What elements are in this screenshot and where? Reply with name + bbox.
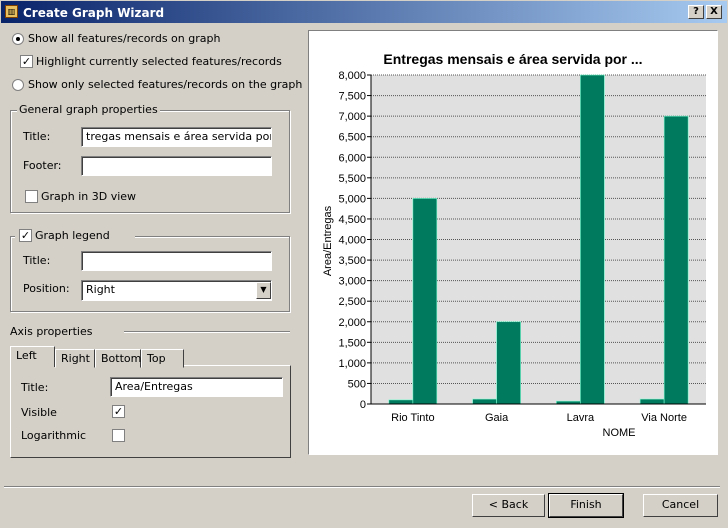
- general-properties-legend: General graph properties: [17, 103, 160, 116]
- tab-left[interactable]: Left: [10, 346, 55, 367]
- show-selected-radio[interactable]: [12, 79, 24, 91]
- y-tick-label: 7,500: [338, 91, 366, 103]
- y-tick-label: 4,000: [338, 235, 366, 247]
- logarithmic-checkbox[interactable]: [112, 429, 125, 442]
- graph-legend-label: Graph legend: [35, 229, 110, 242]
- bar: [496, 321, 521, 405]
- show-selected-label: Show only selected features/records on t…: [28, 78, 303, 91]
- axis-properties-label: Axis properties: [10, 325, 93, 338]
- axis-separator: [124, 331, 290, 333]
- y-tick-label: 4,500: [338, 214, 366, 226]
- 3d-view-label: Graph in 3D view: [41, 190, 137, 203]
- app-icon: ▥: [5, 5, 18, 18]
- title-label: Title:: [23, 130, 51, 143]
- bar-chart: Entregas mensais e área servida por ... …: [322, 51, 706, 439]
- bar: [663, 115, 689, 405]
- position-value: Right: [86, 283, 115, 296]
- logarithmic-label: Logarithmic: [21, 429, 87, 442]
- show-all-label: Show all features/records on graph: [28, 32, 221, 45]
- help-button[interactable]: ?: [688, 5, 704, 19]
- window-title: Create Graph Wizard: [0, 0, 728, 24]
- tab-bottom[interactable]: Bottom: [95, 349, 141, 368]
- axis-title-input[interactable]: Area/Entregas: [110, 377, 283, 397]
- position-label: Position:: [23, 282, 70, 295]
- chevron-down-icon[interactable]: ▼: [256, 282, 271, 299]
- y-tick-label: 5,500: [338, 173, 366, 185]
- y-tick-label: 1,000: [338, 358, 366, 370]
- legend-title-label: Title:: [23, 254, 51, 267]
- visible-checkbox[interactable]: ✓: [112, 405, 125, 418]
- graph-legend-checkbox[interactable]: ✓: [19, 229, 32, 242]
- bar: [639, 398, 665, 405]
- y-tick-label: 5,000: [338, 193, 366, 205]
- x-tick-label: Via Norte: [641, 412, 687, 424]
- cancel-button[interactable]: Cancel: [643, 494, 718, 517]
- back-button[interactable]: < Back: [472, 494, 545, 517]
- 3d-view-checkbox[interactable]: [25, 190, 38, 203]
- y-tick-label: 2,000: [338, 317, 366, 329]
- close-button[interactable]: X: [706, 5, 722, 19]
- footer-label: Footer:: [23, 159, 62, 172]
- y-tick-label: 1,500: [338, 337, 366, 349]
- y-tick-label: 500: [348, 378, 366, 390]
- y-tick-label: 3,000: [338, 276, 366, 288]
- bar: [472, 398, 497, 405]
- y-tick-label: 2,500: [338, 296, 366, 308]
- x-tick-label: Rio Tinto: [391, 412, 434, 424]
- bottom-separator: [4, 486, 720, 488]
- y-tick-label: 8,000: [338, 70, 366, 82]
- graph-title-input[interactable]: tregas mensais e área servida por ...: [81, 127, 272, 147]
- visible-label: Visible: [21, 406, 57, 419]
- show-all-radio[interactable]: [12, 33, 24, 45]
- y-tick-label: 6,500: [338, 132, 366, 144]
- x-tick-label: Lavra: [567, 412, 595, 424]
- y-axis-label: Area/Entregas: [322, 205, 334, 276]
- y-tick-label: 3,500: [338, 255, 366, 267]
- chart-title: Entregas mensais e área servida por ...: [383, 51, 642, 67]
- tab-right[interactable]: Right: [55, 349, 95, 368]
- y-tick-label: 7,000: [338, 111, 366, 123]
- footer-input[interactable]: [81, 156, 272, 176]
- x-tick-label: Gaia: [485, 412, 509, 424]
- y-tick-label: 0: [360, 399, 366, 411]
- bar: [580, 74, 605, 405]
- finish-button[interactable]: Finish: [548, 493, 624, 518]
- axis-title-label: Title:: [21, 381, 49, 394]
- highlight-checkbox[interactable]: ✓: [20, 55, 33, 68]
- bar: [412, 198, 438, 405]
- x-axis-label: NOME: [603, 427, 636, 439]
- position-select[interactable]: Right: [81, 280, 272, 301]
- highlight-label: Highlight currently selected features/re…: [36, 55, 282, 68]
- y-tick-label: 6,000: [338, 152, 366, 164]
- chart-preview: Entregas mensais e área servida por ... …: [308, 30, 718, 455]
- bar: [388, 399, 414, 405]
- tab-top[interactable]: Top: [141, 349, 184, 368]
- legend-title-input[interactable]: [81, 251, 272, 271]
